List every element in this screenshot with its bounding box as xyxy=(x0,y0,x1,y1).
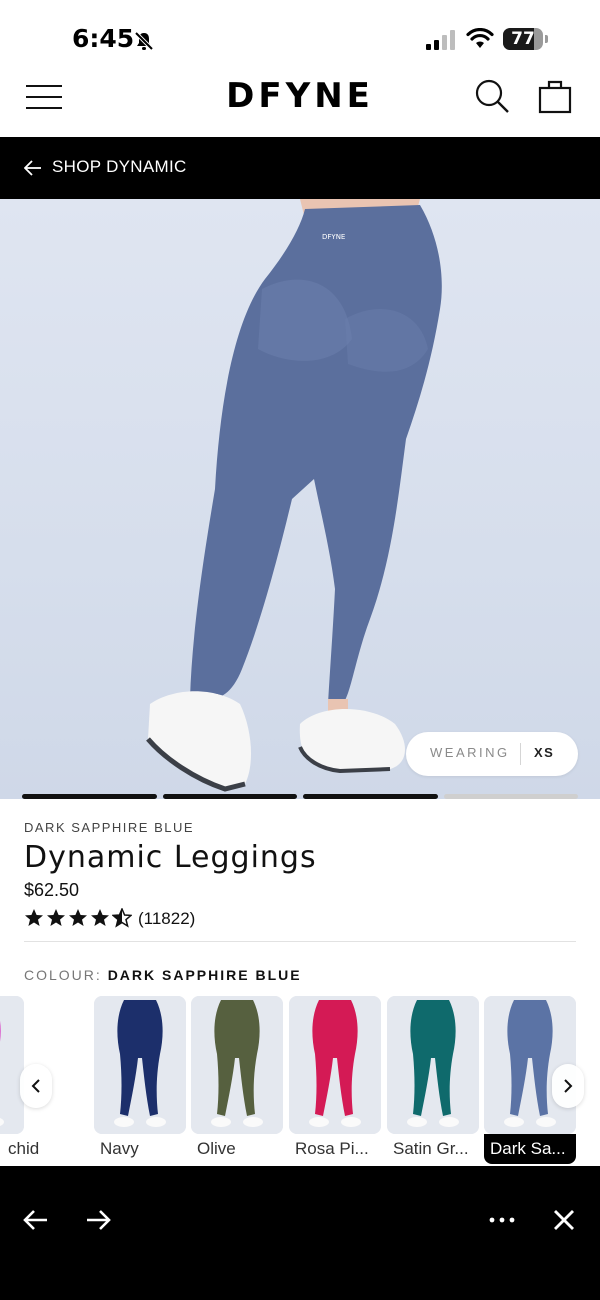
star-icon xyxy=(25,909,43,926)
hamburger-menu-icon[interactable] xyxy=(26,84,62,110)
product-photo: DFYNE xyxy=(146,199,442,792)
gallery-progress-indicator xyxy=(22,794,578,799)
wifi-icon xyxy=(466,28,494,48)
star-icon xyxy=(69,909,87,926)
colour-value: DARK SAPPHIRE BLUE xyxy=(107,967,302,983)
swatch-image xyxy=(0,996,24,1134)
swatch-label: Satin Gr... xyxy=(393,1139,469,1158)
swatch-label: Dark Sa... xyxy=(490,1139,566,1158)
back-link-label: SHOP DYNAMIC xyxy=(52,157,187,176)
bell-slash-icon xyxy=(134,31,154,51)
divider xyxy=(24,941,576,942)
brand-logo[interactable]: DFYNE xyxy=(200,76,400,116)
gallery-progress-segment xyxy=(162,794,297,799)
cellular-signal-icon xyxy=(426,30,455,50)
star-icon xyxy=(47,909,65,926)
swatch-label: chid xyxy=(8,1139,40,1158)
product-image[interactable]: DFYNE WEARING XS xyxy=(0,199,600,799)
shop-dynamic-back-link[interactable]: SHOP DYNAMIC xyxy=(0,137,600,199)
site-header: DFYNE xyxy=(0,62,600,137)
wearing-size-pill[interactable]: WEARING XS xyxy=(406,732,578,776)
star-half-icon xyxy=(112,908,132,928)
swatch-label: Olive xyxy=(197,1139,236,1158)
swatch-image xyxy=(289,996,381,1134)
star-icon xyxy=(91,909,109,926)
swatch-rosa-pink[interactable]: Rosa Pi... xyxy=(289,996,381,1164)
back-arrow-icon[interactable] xyxy=(22,1206,50,1234)
battery-cap xyxy=(545,35,548,43)
product-price: $62.50 xyxy=(24,880,80,900)
swatch-label: Navy xyxy=(100,1139,139,1158)
colour-selector-label: COLOUR: DARK SAPPHIRE BLUE xyxy=(24,967,302,983)
more-dots-icon[interactable] xyxy=(488,1206,516,1234)
wearing-divider xyxy=(520,743,521,765)
svg-text:DFYNE: DFYNE xyxy=(322,233,345,241)
browser-toolbar xyxy=(0,1166,600,1300)
carousel-prev-button[interactable] xyxy=(20,1064,52,1108)
product-variant-name: DARK SAPPHIRE BLUE xyxy=(24,820,195,835)
battery-icon: 77 xyxy=(503,28,543,50)
search-icon[interactable] xyxy=(474,78,510,114)
swatch-image xyxy=(94,996,186,1134)
wearing-size: XS xyxy=(534,745,555,760)
gallery-progress-segment xyxy=(303,794,438,799)
colour-swatch-carousel: chid Navy Olive Rosa Pi... Satin Gr... D… xyxy=(0,996,600,1168)
forward-arrow-icon[interactable] xyxy=(84,1206,112,1234)
swatch-satin-green[interactable]: Satin Gr... xyxy=(387,996,479,1164)
swatch-label: Rosa Pi... xyxy=(295,1139,369,1158)
shopping-bag-icon[interactable] xyxy=(538,78,572,114)
wearing-label: WEARING xyxy=(430,745,510,760)
close-icon[interactable] xyxy=(550,1206,578,1234)
swatch-olive[interactable]: Olive xyxy=(191,996,283,1164)
swatch-image xyxy=(387,996,479,1134)
gallery-progress-segment xyxy=(443,794,578,799)
battery-level: 77 xyxy=(511,29,535,49)
colour-key: COLOUR: xyxy=(24,967,102,983)
product-title: Dynamic Leggings xyxy=(24,840,317,875)
swatch-image xyxy=(191,996,283,1134)
swatch-navy[interactable]: Navy xyxy=(94,996,186,1164)
review-count: (11822) xyxy=(138,909,196,928)
gallery-progress-segment xyxy=(22,794,157,799)
carousel-next-button[interactable] xyxy=(552,1064,584,1108)
arrow-left-icon xyxy=(24,160,41,176)
chevron-right-icon xyxy=(564,1079,573,1093)
status-time: 6:45 xyxy=(72,24,135,53)
chevron-left-icon xyxy=(31,1079,40,1093)
